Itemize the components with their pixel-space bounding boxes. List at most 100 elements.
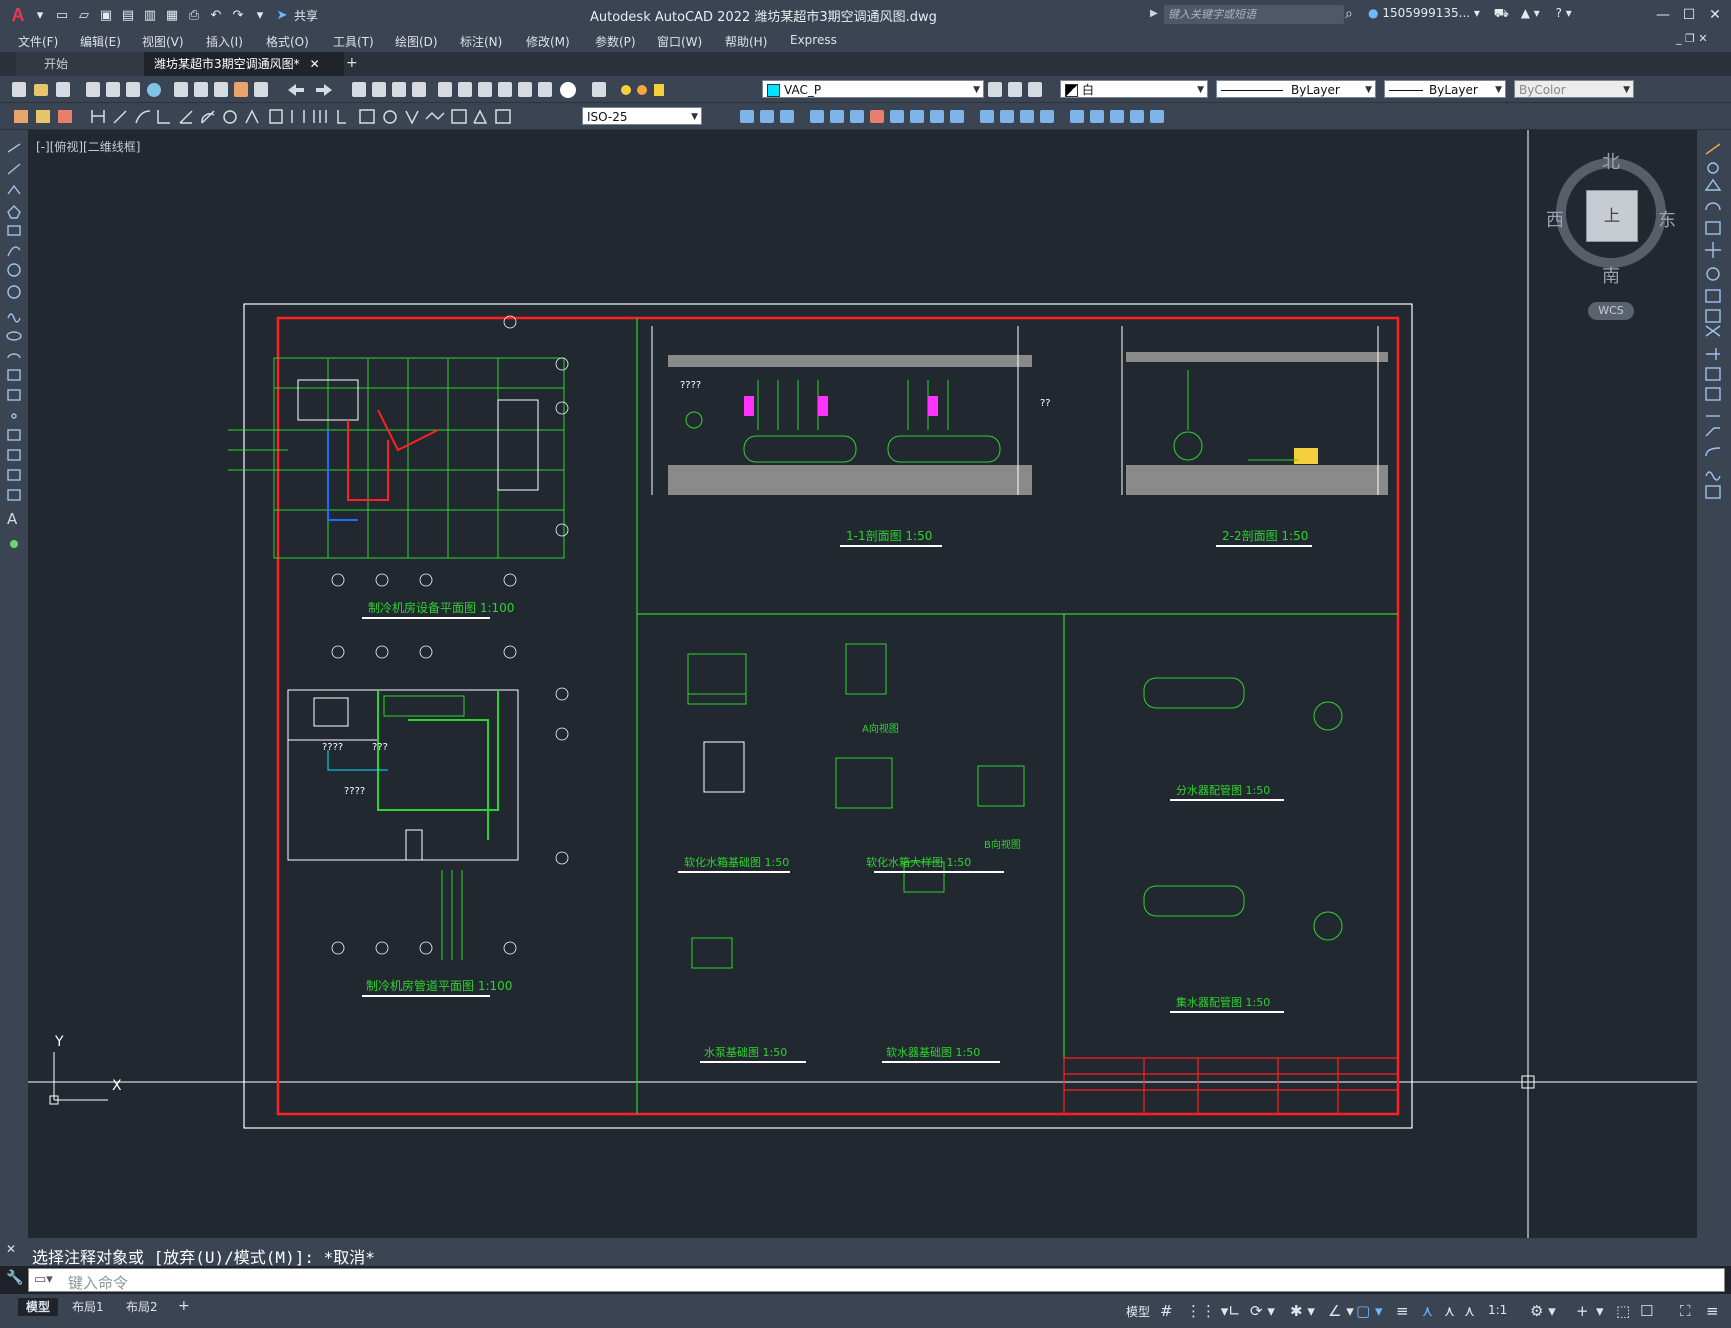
share-button[interactable]: 共享	[294, 7, 318, 24]
menu-draw[interactable]: 绘图(D)	[395, 33, 438, 50]
menu-edit[interactable]: 编辑(E)	[80, 33, 121, 50]
command-input[interactable]	[28, 1268, 1725, 1292]
viewcube-south[interactable]: 南	[1602, 262, 1620, 288]
save-as-icon[interactable]: ▤	[118, 5, 138, 25]
user-account[interactable]: ● 1505999135... ▾ ⛟ ▲ ▾ ? ▾	[1368, 6, 1572, 22]
plan-equipment-grid	[331, 315, 569, 587]
color-combo[interactable]: 白 ▼	[1060, 80, 1208, 98]
chevron-down-icon: ▼	[1365, 85, 1372, 95]
isolate-objects-icon[interactable]: ⬚	[1616, 1302, 1630, 1320]
menu-insert[interactable]: 插入(I)	[206, 33, 243, 50]
menu-modify[interactable]: 修改(M)	[526, 33, 570, 50]
new-file-icon[interactable]: ▭	[52, 5, 72, 25]
search-input[interactable]: 键入关键字或短语	[1164, 5, 1344, 24]
annotation-scale-icon[interactable]: ⋏	[1464, 1302, 1475, 1320]
color-swatch-icon	[1065, 84, 1078, 97]
osnap-icon[interactable]: ▢ ▾	[1356, 1302, 1382, 1320]
modify-side-icons[interactable]	[1700, 140, 1728, 540]
save-icon[interactable]: ▣	[96, 5, 116, 25]
menu-express[interactable]: Express	[790, 33, 837, 47]
model-space-button[interactable]: 模型	[1126, 1303, 1150, 1320]
menu-tools[interactable]: 工具(T)	[333, 33, 374, 50]
distributor-title: 分水器配管图 1:50	[1176, 783, 1270, 797]
clean-screen-icon[interactable]: ⛶	[1680, 1302, 1691, 1320]
customize-status-icon[interactable]: ≡	[1706, 1302, 1719, 1320]
new-layout-icon[interactable]: +	[178, 1298, 190, 1314]
plot-icon[interactable]: ⎙	[184, 5, 204, 25]
cart-icon[interactable]: ⛟	[1494, 6, 1509, 20]
app-menu-dropdown-icon[interactable]: ▾	[30, 5, 50, 25]
dimension-toolbar-icons[interactable]	[6, 107, 576, 127]
wcs-menu[interactable]: WCS	[1588, 302, 1634, 320]
viewcube-east[interactable]: 东	[1658, 206, 1676, 232]
gradient-icon	[7, 449, 21, 461]
menu-view[interactable]: 视图(V)	[142, 33, 184, 50]
recent-commands-icon[interactable]: ▭▾	[34, 1272, 53, 1287]
annotation-monitor-icon[interactable]: +	[1576, 1302, 1589, 1320]
chevron-down-icon: ▼	[1495, 85, 1502, 95]
lineweight-combo[interactable]: ByLayer ▼	[1384, 80, 1506, 98]
workspace-gear-icon[interactable]: ⚙ ▾	[1530, 1302, 1556, 1320]
menu-help[interactable]: 帮助(H)	[725, 33, 767, 50]
customize-qat-icon[interactable]: ▾	[250, 5, 270, 25]
menu-format[interactable]: 格式(O)	[266, 33, 309, 50]
auto-scale-icon[interactable]: ⋏	[1444, 1302, 1455, 1320]
draw-toolbar-icons[interactable]: A	[4, 140, 26, 580]
layer-combo[interactable]: VAC_P ▼	[762, 80, 984, 98]
annotation-scale-value[interactable]: 1:1	[1488, 1303, 1507, 1317]
open-web-icon[interactable]: ▥	[140, 5, 160, 25]
polar-icon[interactable]: ⟳ ▾	[1250, 1302, 1275, 1320]
autodesk-app-icon[interactable]: ▲	[1521, 6, 1530, 20]
viewcube-top-face[interactable]: 上	[1586, 190, 1638, 242]
menu-dimension[interactable]: 标注(N)	[460, 33, 502, 50]
layout-tab-2[interactable]: 布局2	[118, 1298, 166, 1316]
tab-start[interactable]: 开始	[16, 52, 146, 76]
doc-window-controls[interactable]: _ ❐ ✕	[1676, 32, 1708, 45]
softener-detail-title: 软化水箱大样图 1:50	[866, 855, 971, 869]
text-edit-icon	[473, 109, 488, 124]
lineweight-icon[interactable]: ≡	[1396, 1302, 1409, 1320]
menu-parametric[interactable]: 参数(P)	[595, 33, 636, 50]
new-tab-icon[interactable]: +	[346, 55, 358, 71]
share-icon[interactable]: ➤	[272, 5, 292, 25]
dimstyle-combo[interactable]: ISO-25 ▼	[582, 107, 702, 125]
drawing-sheet[interactable]: 制冷机房设备平面图 1:100 ???? ???? ??? 制冷机房管道平面图 …	[28, 130, 1697, 1240]
menu-window[interactable]: 窗口(W)	[657, 33, 702, 50]
undo-icon[interactable]: ↶	[206, 5, 226, 25]
annotation-visibility-icon[interactable]: ⋏	[1422, 1302, 1433, 1320]
command-grip-icon[interactable]: ✕	[6, 1242, 16, 1256]
hardware-accel-icon[interactable]: ☐	[1640, 1302, 1653, 1320]
plotstyle-combo[interactable]: ByColor ▼	[1514, 80, 1634, 98]
units-icon[interactable]: ▾	[1596, 1302, 1604, 1320]
close-tab-icon[interactable]: ✕	[310, 57, 320, 71]
menu-file[interactable]: 文件(F)	[18, 33, 58, 50]
grid-icon[interactable]: #	[1160, 1302, 1173, 1320]
open-file-icon[interactable]: ▱	[74, 5, 94, 25]
viewcube-north[interactable]: 北	[1602, 148, 1620, 174]
copy-side-icon	[1707, 162, 1719, 174]
search-icon[interactable]: ⌕	[1345, 6, 1353, 22]
standard-toolbar-icons[interactable]	[6, 80, 666, 100]
save-web-icon[interactable]: ▦	[162, 5, 182, 25]
viewcube-west[interactable]: 西	[1546, 206, 1564, 232]
close-button[interactable]: ✕	[1700, 3, 1730, 27]
layout-tab-model[interactable]: 模型	[18, 1298, 59, 1316]
linetype-combo[interactable]: ByLayer ▼	[1216, 80, 1376, 98]
layout-tab-1[interactable]: 布局1	[64, 1298, 112, 1316]
softener-equip-base-title: 软水器基础图 1:50	[886, 1045, 980, 1059]
help-icon[interactable]: ?	[1556, 6, 1562, 20]
snap-icon[interactable]: ⋮⋮ ▾	[1186, 1302, 1228, 1320]
tab-document[interactable]: 潍坊某超市3期空调通风图* ✕	[144, 52, 344, 76]
zoom-realtime-icon	[372, 82, 386, 97]
modify-toolbar-icons[interactable]	[706, 107, 1216, 127]
customize-cmd-icon[interactable]: 🔧	[6, 1270, 23, 1286]
search-expand-icon[interactable]: ▶	[1150, 8, 1158, 19]
note-text: ????	[680, 380, 701, 391]
isodraft-icon[interactable]: ✱ ▾	[1290, 1302, 1315, 1320]
mirror-icon	[760, 110, 774, 123]
redo-icon[interactable]: ↷	[228, 5, 248, 25]
app-menu-button[interactable]: A	[8, 5, 28, 25]
layer-tools-icons[interactable]	[986, 80, 1056, 100]
ortho-icon[interactable]: ∟	[1228, 1302, 1241, 1320]
object-snap-tracking-icon[interactable]: ∠ ▾	[1328, 1302, 1354, 1320]
